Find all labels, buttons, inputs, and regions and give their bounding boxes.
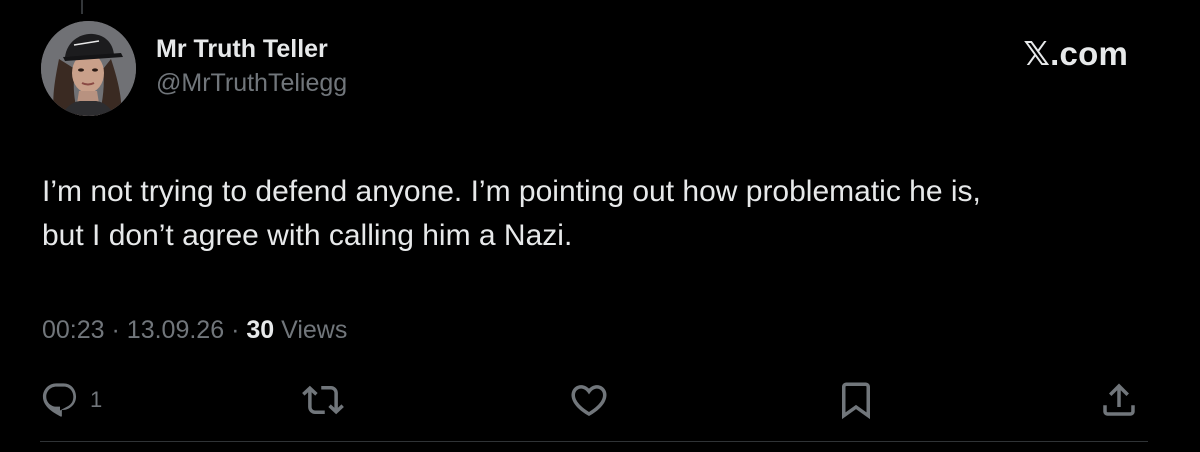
meta-separator: · (111, 316, 120, 344)
post-text-line: I’m not trying to defend anyone. I’m poi… (42, 175, 981, 208)
repost-icon (302, 379, 344, 421)
profile-photo-avatar (41, 21, 136, 116)
author-handle[interactable]: @MrTruthTeliegg (156, 66, 347, 100)
post-author[interactable]: Mr Truth Teller @MrTruthTeliegg (156, 32, 347, 100)
post-metadata: 00:23 · 13.09.26 · 30 Views (42, 312, 347, 348)
repost-button[interactable] (302, 378, 344, 422)
post-date[interactable]: 13.09.26 (127, 316, 224, 344)
meta-separator: · (231, 316, 240, 344)
post-text: I’m not trying to defend anyone. I’m poi… (42, 170, 1152, 258)
bookmark-button[interactable] (835, 378, 877, 422)
avatar[interactable] (41, 21, 136, 116)
post-time[interactable]: 00:23 (42, 316, 105, 344)
reply-count: 1 (90, 387, 103, 412)
heart-icon (568, 379, 610, 421)
post-text-line: but I don’t agree with calling him a Naz… (42, 219, 573, 252)
share-button[interactable] (1098, 378, 1140, 422)
like-button[interactable] (568, 378, 610, 422)
post-divider (40, 441, 1148, 442)
views-count: 30 (246, 316, 275, 344)
views-label: Views (281, 316, 348, 344)
author-display-name[interactable]: Mr Truth Teller (156, 32, 347, 66)
thread-connector-line (81, 0, 83, 14)
reply-button[interactable]: 1 (40, 378, 102, 422)
x-brand-watermark: 𝕏.com (1023, 35, 1128, 72)
bookmark-icon (835, 379, 877, 421)
post-action-bar: 1 (40, 378, 1160, 422)
reply-icon (40, 380, 80, 420)
share-icon (1098, 379, 1140, 421)
